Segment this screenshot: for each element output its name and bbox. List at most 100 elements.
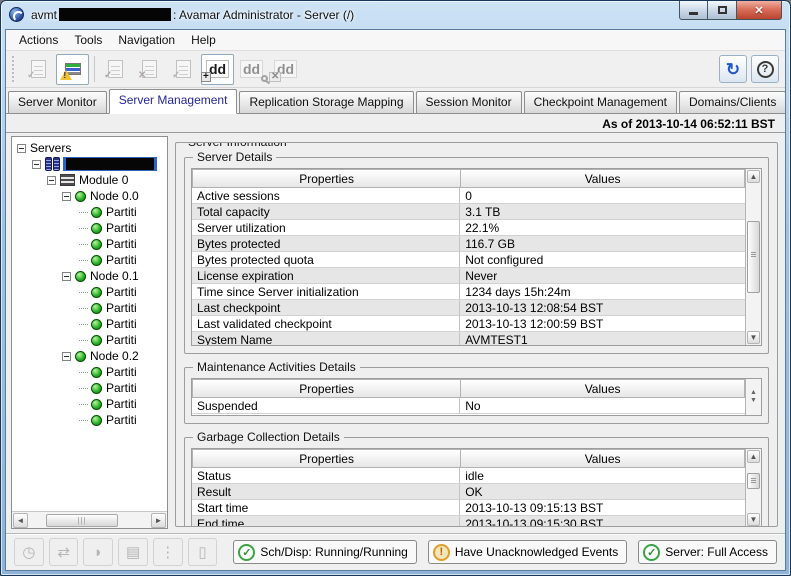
document-cancel-icon: ✕ <box>142 60 157 78</box>
column-header-values[interactable]: Values <box>460 169 745 188</box>
scroll-up-icon[interactable]: ▲ <box>747 450 760 463</box>
tree-node-node-0-0[interactable]: Node 0.0 <box>15 188 167 204</box>
collapse-icon[interactable] <box>17 144 26 153</box>
table-row: Bytes protected quotaNot configured <box>192 252 745 268</box>
menu-tools[interactable]: Tools <box>67 31 109 49</box>
column-header-values[interactable]: Values <box>460 379 745 398</box>
collapse-icon[interactable] <box>47 176 56 185</box>
sync-status-button[interactable]: ⇄ <box>49 538 79 566</box>
title-bar[interactable]: avmt: Avamar Administrator - Server (/) … <box>1 1 790 28</box>
status-orb-icon <box>91 223 102 234</box>
tree-connector <box>79 260 88 261</box>
scroll-right-icon[interactable]: ► <box>151 513 166 528</box>
clock-icon: ◷ <box>22 543 35 561</box>
event-alert-icon <box>65 63 81 75</box>
tree-node-partition[interactable]: Partiti <box>15 284 167 300</box>
menu-navigation[interactable]: Navigation <box>111 31 182 49</box>
tree-node-server-selected[interactable] <box>15 156 167 172</box>
refresh-button[interactable]: ↻ <box>719 55 747 83</box>
table-row: ResultOK <box>192 484 745 500</box>
column-header-properties[interactable]: Properties <box>192 449 460 468</box>
table-row: Active sessions0 <box>192 188 745 204</box>
tab-checkpoint-management[interactable]: Checkpoint Management <box>524 91 677 113</box>
tree-node-partition[interactable]: Partiti <box>15 220 167 236</box>
column-header-properties[interactable]: Properties <box>192 169 460 188</box>
tab-domains-clients[interactable]: Domains/Clients <box>679 91 786 113</box>
scrollbar-thumb[interactable] <box>747 221 760 293</box>
tab-server-management[interactable]: Server Management <box>109 89 238 114</box>
server-information-group: Server Information Server Details Proper… <box>175 142 778 527</box>
tree-node-partition[interactable]: Partiti <box>15 316 167 332</box>
policy-document-button[interactable]: ✓ <box>22 54 55 85</box>
table-row: Server utilization22.1% <box>192 220 745 236</box>
menu-help[interactable]: Help <box>184 31 223 49</box>
sync-icon: ⇄ <box>57 543 70 561</box>
collapse-icon[interactable] <box>32 160 41 169</box>
close-button[interactable]: ✕ <box>737 1 782 20</box>
server-alerts-button[interactable] <box>56 54 89 85</box>
server-details-vertical-scrollbar[interactable]: ▲ ▼ <box>745 169 761 345</box>
scroll-left-icon[interactable]: ◄ <box>13 513 28 528</box>
tree-node-partition[interactable]: Partiti <box>15 300 167 316</box>
status-orb-icon <box>91 239 102 250</box>
validate-button[interactable]: ✓ <box>99 54 132 85</box>
cancel-task-button[interactable]: ✕ <box>133 54 166 85</box>
column-header-values[interactable]: Values <box>460 449 745 468</box>
unacknowledged-events-badge[interactable]: Have Unacknowledged Events <box>428 540 627 564</box>
view-data-domain-button[interactable]: dd <box>235 54 268 85</box>
log-status-button[interactable]: ▯ <box>188 538 218 566</box>
maintenance-details-title: Maintenance Activities Details <box>193 360 360 374</box>
dispatch-status-button[interactable]: ◗ <box>83 538 113 566</box>
delete-data-domain-button[interactable]: dd✕ <box>269 54 302 85</box>
tree-node-partition[interactable]: Partiti <box>15 204 167 220</box>
close-icon: ✕ <box>754 4 763 17</box>
add-data-domain-button[interactable]: dd+ <box>201 54 234 85</box>
tree-node-partition[interactable]: Partiti <box>15 252 167 268</box>
tree-node-module-0[interactable]: Module 0 <box>15 172 167 188</box>
tree-connector <box>79 308 88 309</box>
confirm-task-button[interactable]: ✓ <box>167 54 200 85</box>
tree-node-node-0-1[interactable]: Node 0.1 <box>15 268 167 284</box>
status-orb-icon <box>75 191 86 202</box>
warning-icon <box>433 544 450 561</box>
tree-node-partition[interactable]: Partiti <box>15 380 167 396</box>
server-information-title: Server Information <box>184 142 291 149</box>
scroll-down-icon[interactable]: ▼ <box>747 513 760 526</box>
help-button[interactable]: ? <box>751 55 779 83</box>
tree-node-partition[interactable]: Partiti <box>15 332 167 348</box>
more-status-button[interactable]: ⋮ <box>153 538 183 566</box>
tree-horizontal-scrollbar[interactable]: ◄ ||| ► <box>12 511 167 528</box>
tree-node-node-0-2[interactable]: Node 0.2 <box>15 348 167 364</box>
maximize-button[interactable] <box>708 1 737 20</box>
status-orb-icon <box>75 271 86 282</box>
collapse-icon[interactable] <box>62 272 71 281</box>
scroll-down-icon[interactable]: ▼ <box>747 331 760 344</box>
sch-disp-status-badge[interactable]: Sch/Disp: Running/Running <box>233 540 416 564</box>
tree-node-servers[interactable]: Servers <box>15 140 167 156</box>
server-access-badge[interactable]: Server: Full Access <box>638 540 777 564</box>
maintenance-vertical-scrollbar[interactable]: ▲ ▼ <box>745 379 761 415</box>
collapse-icon[interactable] <box>62 192 71 201</box>
toolbar-grip[interactable] <box>12 56 16 82</box>
tree-node-partition[interactable]: Partiti <box>15 364 167 380</box>
garbage-collection-vertical-scrollbar[interactable]: ▲ ▼ <box>745 449 761 527</box>
collapse-icon[interactable] <box>62 352 71 361</box>
tab-session-monitor[interactable]: Session Monitor <box>416 91 522 113</box>
scroll-up-icon[interactable]: ▲ <box>747 170 760 183</box>
tree-node-partition[interactable]: Partiti <box>15 396 167 412</box>
tab-server-monitor[interactable]: Server Monitor <box>8 91 107 113</box>
scheduler-status-button[interactable]: ◷ <box>14 538 44 566</box>
status-orb-icon <box>91 383 102 394</box>
tray-status-button[interactable]: ▤ <box>118 538 148 566</box>
scroll-up-icon[interactable]: ▲ <box>750 390 757 396</box>
menu-actions[interactable]: Actions <box>12 31 65 49</box>
tab-replication-storage-mapping[interactable]: Replication Storage Mapping <box>239 91 413 113</box>
scroll-down-icon[interactable]: ▼ <box>750 398 757 404</box>
column-header-properties[interactable]: Properties <box>192 379 460 398</box>
scrollbar-thumb[interactable]: ||| <box>46 514 118 527</box>
scrollbar-thumb[interactable] <box>747 473 760 489</box>
minimize-button[interactable] <box>679 1 708 20</box>
tree-node-partition[interactable]: Partiti <box>15 236 167 252</box>
tree-node-partition[interactable]: Partiti <box>15 412 167 428</box>
minimize-icon <box>689 12 698 15</box>
